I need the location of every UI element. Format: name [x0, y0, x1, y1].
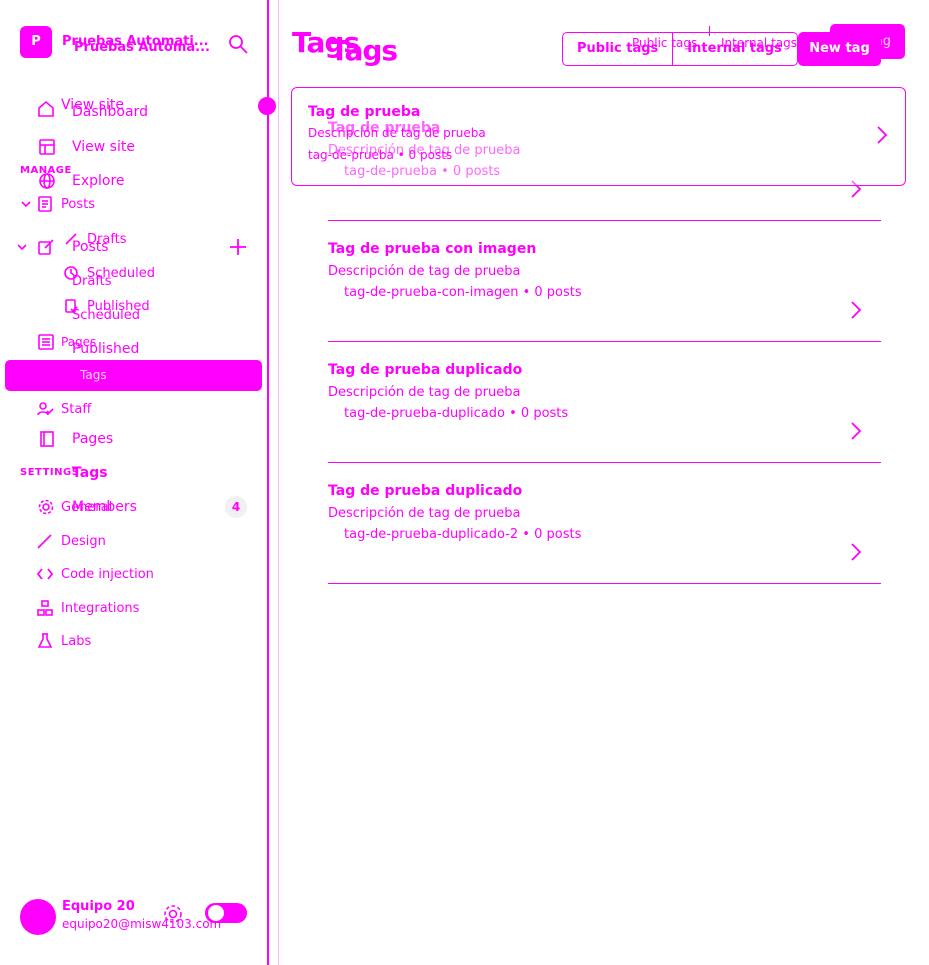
- home-icon: [36, 99, 56, 119]
- sidebar-divider[interactable]: [267, 0, 269, 965]
- nav-tags[interactable]: Tags: [0, 460, 262, 486]
- nav-code-injection[interactable]: Code injection: [0, 561, 262, 587]
- chevron-down-icon-2[interactable]: [12, 237, 32, 257]
- filter-public-tags[interactable]: Public tags: [563, 33, 674, 65]
- tag-name: Tag de prueba duplicado: [328, 362, 523, 378]
- nav-staff-label: Staff: [61, 401, 92, 417]
- tag-meta: tag-de-prueba-duplicado • 0 posts: [344, 406, 569, 421]
- nav-tags-active-label: Tags: [80, 368, 107, 382]
- nav-posts[interactable]: Posts: [0, 191, 262, 217]
- theme-toggle[interactable]: [205, 903, 247, 923]
- nav-posts-2-label: Posts: [72, 239, 109, 255]
- nav-design-label: Design: [61, 533, 106, 549]
- nav-dashboard[interactable]: View site Dashboard: [0, 96, 262, 122]
- nav-pages-label: Pages: [72, 431, 114, 447]
- layout-icon: [37, 137, 57, 157]
- brand[interactable]: P Pruebas Automati... Pruebas Automa...: [20, 26, 260, 62]
- hover-tag-meta: tag-de-prueba • 0 posts: [308, 148, 453, 162]
- settings-gear-icon[interactable]: [162, 903, 184, 925]
- brush-icon: [35, 531, 55, 551]
- chevron-right-icon: [848, 420, 864, 442]
- nav-published[interactable]: Published: [0, 336, 262, 362]
- code-icon: [35, 564, 55, 584]
- tag-row[interactable]: Tag de prueba duplicado Descripción de t…: [328, 463, 881, 584]
- tag-hover-card[interactable]: Tag de prueba Descripción de tag de prue…: [291, 87, 906, 186]
- tag-description: Descripción de tag de prueba: [328, 264, 521, 279]
- nav-view-site-label: View site: [72, 139, 135, 155]
- nav-scheduled-label: Scheduled: [72, 307, 140, 323]
- filter-internal-tags[interactable]: Internal tags: [673, 33, 796, 65]
- gear-icon-sidebar: [36, 497, 56, 517]
- tag-description: Descripción de tag de prueba: [328, 506, 521, 521]
- members-count-badge: 4: [225, 496, 247, 518]
- new-tag-button[interactable]: New tag: [798, 32, 881, 66]
- plus-icon[interactable]: [228, 237, 248, 257]
- nav-scheduled[interactable]: Scheduled: [0, 302, 262, 328]
- hover-tag-description: Descripción de tag de prueba: [308, 126, 486, 140]
- nav-integrations[interactable]: Integrations: [0, 595, 262, 621]
- avatar[interactable]: [20, 899, 56, 935]
- integrations-icon: [35, 598, 55, 618]
- nav-integrations-label: Integrations: [61, 600, 140, 616]
- page-icon: [37, 429, 57, 449]
- nav-posts-label: Posts: [61, 196, 95, 212]
- flask-icon: [35, 631, 55, 651]
- nav-view-site[interactable]: View site: [0, 134, 262, 160]
- chevron-right-icon: [874, 124, 890, 146]
- nav-labs-label: Labs: [61, 633, 92, 649]
- tag-meta: tag-de-prueba-con-imagen • 0 posts: [344, 285, 582, 300]
- nav-explore-label: Explore: [72, 173, 125, 189]
- nav-design[interactable]: Design: [0, 528, 262, 554]
- user-email: equipo20@misw4103.com: [62, 917, 222, 931]
- nav-general[interactable]: General Members: [0, 494, 262, 520]
- tag-name: Tag de prueba con imagen: [328, 241, 537, 257]
- nav-published-label: Published: [72, 341, 140, 357]
- user-name: Equipo 20: [62, 899, 135, 914]
- globe-icon: [37, 171, 57, 191]
- nav-drafts-label: Drafts: [72, 273, 112, 289]
- nav-pages[interactable]: Pages: [0, 426, 262, 452]
- chevron-down-icon[interactable]: [16, 194, 36, 214]
- page-title-ghost: Tags: [330, 34, 398, 67]
- brand-name-ghost: Pruebas Automa...: [74, 40, 210, 55]
- staff-icon: [35, 399, 55, 419]
- chevron-right-icon: [848, 541, 864, 563]
- sidebar: P Pruebas Automati... Pruebas Automa... …: [0, 0, 267, 965]
- tag-row[interactable]: Tag de prueba con imagen Descripción de …: [328, 221, 881, 342]
- search-icon[interactable]: [227, 33, 249, 55]
- tag-filter-group: Public tags Internal tags: [562, 32, 798, 66]
- nav-dashboard-label: Dashboard: [72, 104, 148, 120]
- sidebar-resize-handle[interactable]: [258, 97, 276, 115]
- nav-tags-label: Tags: [72, 465, 108, 481]
- tag-row[interactable]: Tag de prueba duplicado Descripción de t…: [328, 342, 881, 463]
- tag-meta: tag-de-prueba-duplicado-2 • 0 posts: [344, 527, 582, 542]
- nav-staff[interactable]: Staff: [0, 396, 262, 422]
- nav-members-label: Members: [72, 499, 137, 515]
- hover-tag-name: Tag de prueba: [308, 104, 421, 120]
- chevron-right-icon: [848, 299, 864, 321]
- document-icon: [35, 194, 55, 214]
- nav-labs[interactable]: Labs: [0, 628, 262, 654]
- nav-code-injection-label: Code injection: [61, 566, 154, 582]
- tag-description: Descripción de tag de prueba: [328, 385, 521, 400]
- nav-posts-2[interactable]: Posts: [0, 234, 262, 260]
- edit-icon: [36, 237, 56, 257]
- user-menu[interactable]: Equipo 20 equipo20@misw4103.com: [20, 895, 260, 935]
- nav-drafts[interactable]: Drafts: [0, 268, 262, 294]
- tag-name: Tag de prueba duplicado: [328, 483, 523, 499]
- nav-tags-active[interactable]: [5, 360, 262, 391]
- main-divider: [278, 0, 279, 965]
- brand-logo: P: [20, 26, 52, 58]
